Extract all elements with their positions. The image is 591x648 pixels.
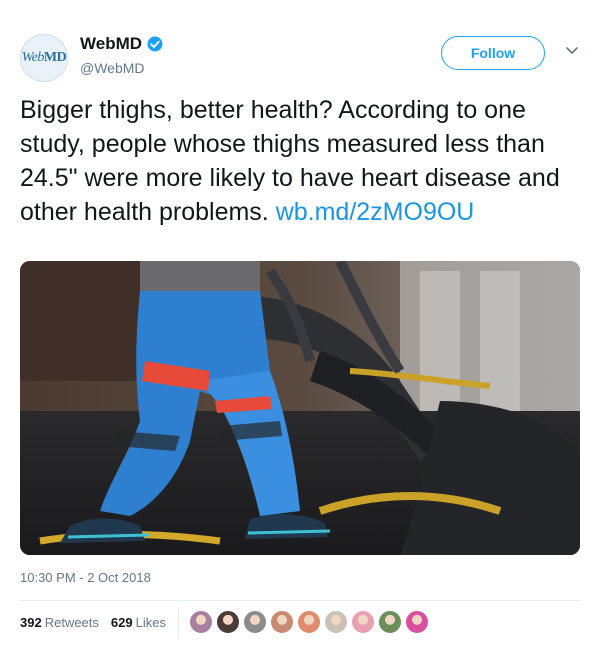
liker-avatar[interactable]: [188, 610, 213, 634]
author-avatar[interactable]: WebMD: [20, 34, 68, 82]
tweet-timestamp[interactable]: 10:30 PM - 2 Oct 2018: [20, 570, 151, 585]
liker-avatar[interactable]: [215, 610, 240, 634]
chevron-down-icon[interactable]: [564, 42, 580, 58]
likes-count: 629: [110, 614, 133, 630]
follow-button[interactable]: Follow: [441, 36, 545, 70]
verified-badge-icon: [147, 36, 163, 52]
tweet-text: Bigger thighs, better health? According …: [20, 93, 580, 229]
likes-label: Likes: [135, 614, 166, 630]
tweet-header: WebMD WebMD @WebMD Follow: [20, 28, 580, 84]
gym-photo-illustration: [20, 261, 580, 555]
webmd-logo: WebMD: [21, 50, 67, 65]
liker-avatar[interactable]: [404, 610, 429, 634]
liker-avatar[interactable]: [377, 610, 402, 634]
retweets-count: 392: [20, 614, 42, 630]
tweet-photo[interactable]: [20, 261, 580, 555]
liker-avatars: [188, 610, 429, 634]
author-name-block: WebMD @WebMD: [80, 34, 164, 76]
retweets-stat[interactable]: 392 Retweets: [20, 615, 99, 630]
retweets-label: Retweets: [44, 614, 99, 630]
display-name-text[interactable]: WebMD: [80, 34, 142, 54]
likes-stat[interactable]: 629 Likes: [111, 615, 166, 630]
liker-avatar[interactable]: [350, 610, 375, 634]
liker-avatar[interactable]: [242, 610, 267, 634]
author-handle[interactable]: @WebMD: [80, 60, 164, 76]
liker-avatar[interactable]: [323, 610, 348, 634]
author-display-name[interactable]: WebMD: [80, 34, 164, 54]
tweet-stats: 392 Retweets 629 Likes: [20, 601, 580, 643]
stats-separator: [177, 607, 179, 637]
tweet-link[interactable]: wb.md/2zMO9OU: [276, 198, 475, 226]
liker-avatar[interactable]: [296, 610, 321, 634]
liker-avatar[interactable]: [269, 610, 294, 634]
